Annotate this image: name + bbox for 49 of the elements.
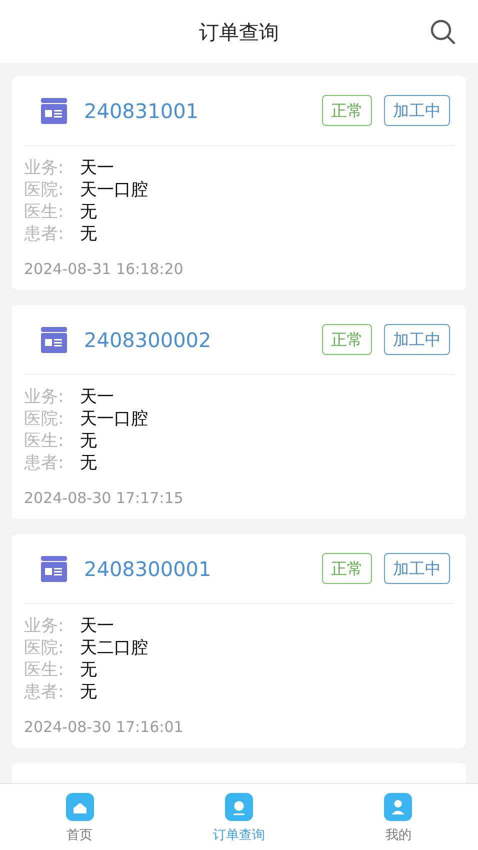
status-tag: 加工中 bbox=[384, 553, 450, 584]
field-value: 无 bbox=[80, 659, 97, 682]
order-number: 240831001 bbox=[84, 98, 199, 124]
order-number: 2408300001 bbox=[84, 556, 212, 582]
order-time: 2024-08-31 16:18:20 bbox=[24, 259, 184, 280]
home-tab-icon bbox=[66, 793, 94, 821]
status-tag: 正常 bbox=[322, 95, 372, 126]
field-value: 天一口腔 bbox=[80, 408, 148, 432]
field-value: 天一 bbox=[80, 615, 114, 638]
field-label: 业务: bbox=[24, 386, 65, 410]
field-label: 医生: bbox=[24, 430, 65, 454]
status-tag: 正常 bbox=[322, 553, 372, 584]
field-label: 患者: bbox=[24, 223, 65, 246]
id-card-icon bbox=[40, 326, 68, 354]
field-value: 天一口腔 bbox=[80, 179, 148, 202]
search-icon[interactable] bbox=[430, 19, 456, 45]
profile-tab-icon bbox=[384, 793, 412, 821]
id-card-icon bbox=[40, 96, 68, 124]
id-card-icon bbox=[40, 554, 68, 582]
field-value: 无 bbox=[80, 681, 97, 704]
field-label: 医生: bbox=[24, 659, 65, 682]
field-label: 业务: bbox=[24, 157, 65, 180]
order-time: 2024-08-30 17:16:01 bbox=[24, 717, 184, 738]
order-number: 2408300002 bbox=[84, 326, 212, 354]
order-card[interactable]: 2408300001 正常 加工中 业务: 天一 医院: 天二口腔 医生: 无 患者: 无 2024-08-30 17:16:01 bbox=[12, 534, 466, 748]
field-label: 患者: bbox=[24, 681, 65, 704]
order-card[interactable]: 2408300002 正常 加工中 业务: 天一 医院: 天一口腔 医生: 无 患者: 无 2024-08-30 17:17:15 bbox=[12, 305, 466, 519]
page-title: 订单查询 bbox=[199, 18, 279, 46]
field-value: 天二口腔 bbox=[80, 637, 148, 660]
nav-tab[interactable]: 首页 bbox=[0, 784, 160, 850]
field-label: 医生: bbox=[24, 201, 65, 224]
field-label: 医院: bbox=[24, 179, 65, 202]
field-value: 无 bbox=[80, 201, 97, 224]
status-tag: 加工中 bbox=[384, 324, 450, 355]
nav-tab[interactable]: 我的 bbox=[318, 784, 478, 850]
order-time: 2024-08-30 17:17:15 bbox=[24, 488, 184, 509]
field-label: 医院: bbox=[24, 637, 65, 660]
field-label: 业务: bbox=[24, 615, 65, 638]
orders-tab-icon bbox=[224, 793, 253, 821]
status-tag: 正常 bbox=[322, 324, 372, 355]
field-label: 患者: bbox=[24, 452, 65, 476]
status-tag: 加工中 bbox=[384, 95, 450, 126]
field-value: 天一 bbox=[80, 157, 114, 180]
field-label: 医院: bbox=[24, 408, 65, 432]
field-value: 无 bbox=[80, 452, 97, 476]
field-value: 天一 bbox=[80, 386, 114, 410]
field-value: 无 bbox=[80, 223, 97, 246]
order-card[interactable]: 240831001 正常 加工中 业务: 天一 医院: 天一口腔 医生: 无 患者: 无 2024-08-31 16:18:20 bbox=[12, 76, 466, 290]
field-value: 无 bbox=[80, 430, 97, 454]
